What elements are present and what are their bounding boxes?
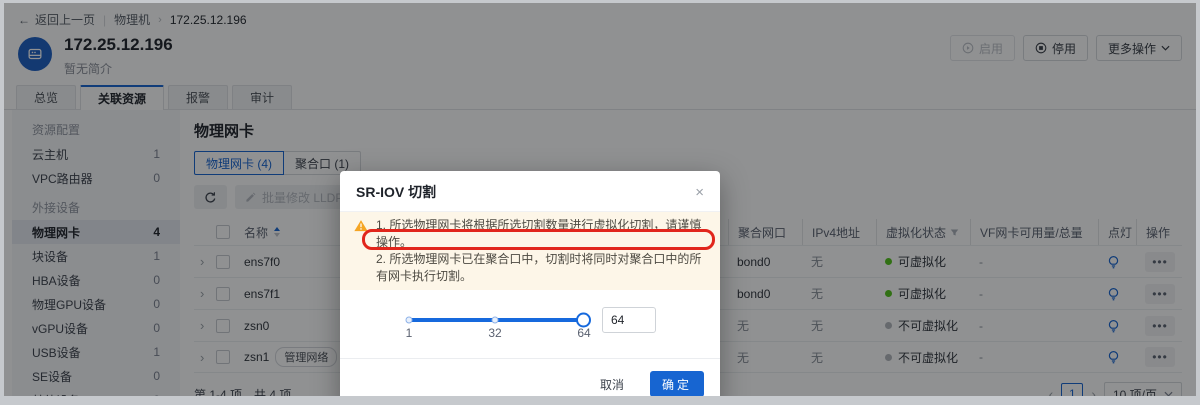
slider-label-mid: 32 (488, 326, 501, 340)
warning-banner: 1. 所选物理网卡将根据所选切割数量进行虚拟化切割，请谨慎操作。 2. 所选物理… (340, 212, 720, 290)
modal-header: SR-IOV 切割 × (340, 171, 720, 212)
warning-text: 1. 所选物理网卡将根据所选切割数量进行虚拟化切割，请谨慎操作。 2. 所选物理… (376, 217, 706, 285)
sriov-modal: SR-IOV 切割 × 1. 所选物理网卡将根据所选切割数量进行虚拟化切割，请谨… (340, 171, 720, 405)
sriov-count-slider: 1 32 64 (406, 313, 584, 327)
app-window: ← 返回上一页 | 物理机 › 172.25.12.196 172.25.12.… (0, 0, 1200, 405)
modal-footer: 取消 确定 (340, 358, 720, 405)
modal-body: 1 32 64 (340, 290, 720, 358)
modal-title: SR-IOV 切割 (356, 182, 436, 202)
cancel-button[interactable]: 取消 (594, 375, 630, 394)
sriov-count-input[interactable] (602, 307, 656, 333)
warning-line-1: 1. 所选物理网卡将根据所选切割数量进行虚拟化切割，请谨慎操作。 (376, 217, 706, 251)
slider-label-min: 1 (406, 326, 413, 340)
slider-mark-mid (492, 317, 499, 324)
warning-triangle-icon (354, 219, 368, 285)
confirm-button[interactable]: 确定 (650, 371, 704, 397)
slider-label-max: 64 (577, 326, 590, 340)
slider-mark-min (406, 317, 413, 324)
close-icon[interactable]: × (695, 185, 704, 200)
warning-line-2: 2. 所选物理网卡已在聚合口中，切割时将同时对聚合口中的所有网卡执行切割。 (376, 251, 706, 285)
